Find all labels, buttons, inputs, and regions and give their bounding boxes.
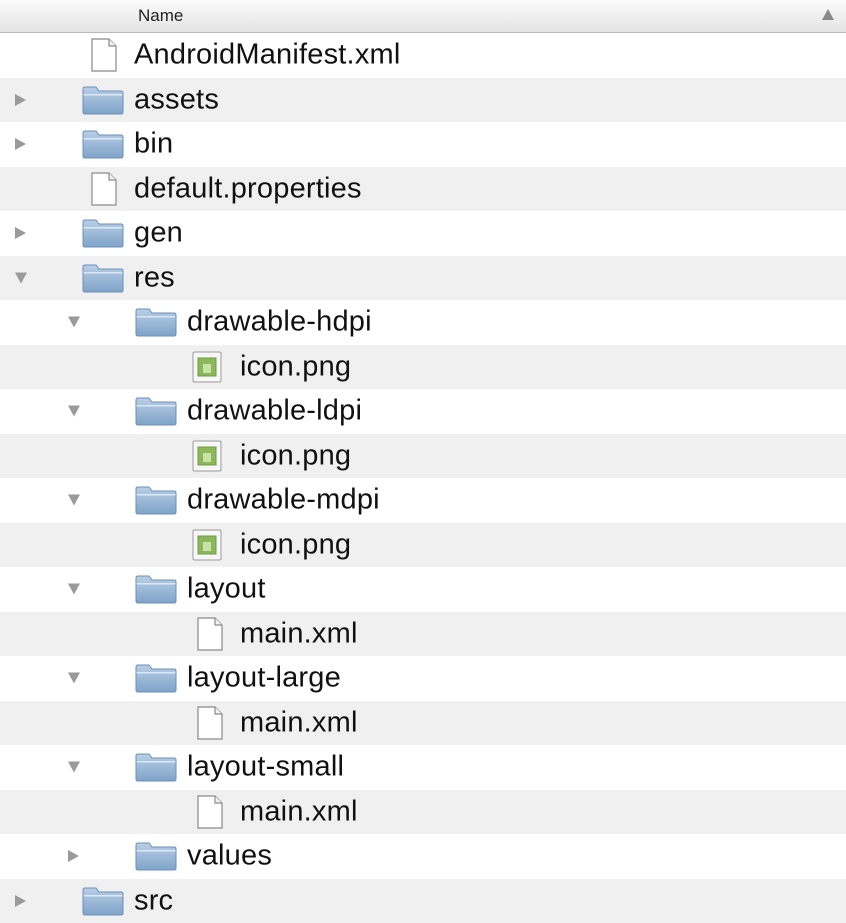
disclosure-expanded-icon[interactable] — [68, 406, 80, 417]
tree-row-label: drawable-ldpi — [187, 395, 362, 428]
image-file-icon — [192, 440, 222, 472]
tree-row-label: default.properties — [134, 172, 362, 205]
tree-row-label: icon.png — [240, 439, 351, 472]
disclosure-expanded-icon[interactable] — [68, 762, 80, 773]
tree-row-label: drawable-hdpi — [187, 306, 372, 339]
tree-row-layout-small[interactable]: layout-small — [0, 745, 846, 790]
folder-icon — [82, 218, 124, 248]
tree-row-icon-png[interactable]: icon.png — [0, 434, 846, 479]
folder-icon — [135, 752, 177, 782]
folder-icon — [135, 841, 177, 871]
folder-icon — [82, 129, 124, 159]
disclosure-collapsed-icon[interactable] — [15, 94, 26, 106]
disclosure-expanded-icon[interactable] — [68, 317, 80, 328]
folder-icon — [135, 396, 177, 426]
tree-row-label: layout-large — [187, 662, 341, 695]
folder-icon — [135, 485, 177, 515]
tree-row-label: values — [187, 840, 272, 873]
disclosure-expanded-icon[interactable] — [68, 584, 80, 595]
tree-row-drawable-hdpi[interactable]: drawable-hdpi — [0, 300, 846, 345]
disclosure-expanded-icon[interactable] — [15, 272, 27, 283]
tree-row-src[interactable]: src — [0, 879, 846, 923]
tree-row-main-xml[interactable]: main.xml — [0, 790, 846, 835]
tree-row-bin[interactable]: bin — [0, 122, 846, 167]
folder-icon — [82, 85, 124, 115]
document-icon — [90, 172, 118, 206]
folder-icon — [135, 574, 177, 604]
tree-row-label: res — [134, 261, 175, 294]
image-file-icon — [192, 351, 222, 383]
document-icon — [196, 617, 224, 651]
disclosure-collapsed-icon[interactable] — [15, 227, 26, 239]
tree-row-icon-png[interactable]: icon.png — [0, 523, 846, 568]
disclosure-expanded-icon[interactable] — [68, 673, 80, 684]
disclosure-collapsed-icon[interactable] — [15, 138, 26, 150]
document-icon — [90, 38, 118, 72]
tree-row-default-properties[interactable]: default.properties — [0, 167, 846, 212]
tree-row-assets[interactable]: assets — [0, 78, 846, 123]
disclosure-collapsed-icon[interactable] — [15, 895, 26, 907]
file-tree: AndroidManifest.xml assets bin default.prop… — [0, 33, 846, 923]
tree-row-label: main.xml — [240, 795, 358, 828]
tree-row-label: icon.png — [240, 528, 351, 561]
tree-row-label: layout — [187, 573, 266, 606]
tree-row-icon-png[interactable]: icon.png — [0, 345, 846, 390]
tree-row-res[interactable]: res — [0, 256, 846, 301]
tree-row-label: main.xml — [240, 617, 358, 650]
tree-row-main-xml[interactable]: main.xml — [0, 612, 846, 657]
tree-row-layout[interactable]: layout — [0, 567, 846, 612]
disclosure-collapsed-icon[interactable] — [68, 850, 79, 862]
tree-row-values[interactable]: values — [0, 834, 846, 879]
tree-row-label: drawable-mdpi — [187, 484, 380, 517]
document-icon — [196, 706, 224, 740]
disclosure-expanded-icon[interactable] — [68, 495, 80, 506]
tree-row-label: gen — [134, 217, 183, 250]
tree-row-layout-large[interactable]: layout-large — [0, 656, 846, 701]
tree-row-label: AndroidManifest.xml — [134, 39, 401, 72]
tree-row-androidmanifest-xml[interactable]: AndroidManifest.xml — [0, 33, 846, 78]
tree-row-label: main.xml — [240, 706, 358, 739]
tree-row-main-xml[interactable]: main.xml — [0, 701, 846, 746]
tree-row-label: icon.png — [240, 350, 351, 383]
column-header[interactable]: Name — [0, 0, 846, 33]
tree-row-drawable-ldpi[interactable]: drawable-ldpi — [0, 389, 846, 434]
sort-ascending-icon[interactable] — [822, 9, 834, 20]
folder-icon — [135, 307, 177, 337]
folder-icon — [135, 663, 177, 693]
tree-row-label: layout-small — [187, 751, 344, 784]
tree-row-label: src — [134, 884, 173, 917]
name-column-label[interactable]: Name — [138, 6, 183, 26]
folder-icon — [82, 886, 124, 916]
image-file-icon — [192, 529, 222, 561]
document-icon — [196, 795, 224, 829]
tree-row-drawable-mdpi[interactable]: drawable-mdpi — [0, 478, 846, 523]
tree-row-label: bin — [134, 128, 173, 161]
tree-row-gen[interactable]: gen — [0, 211, 846, 256]
tree-row-label: assets — [134, 83, 219, 116]
folder-icon — [82, 263, 124, 293]
